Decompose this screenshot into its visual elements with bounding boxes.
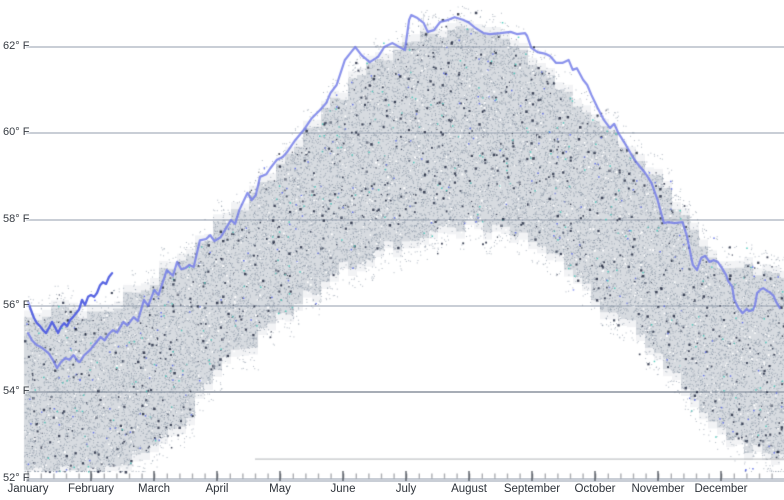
y-axis-tick-label: 58° F	[3, 212, 30, 225]
y-axis-tick-label: 62° F	[3, 40, 30, 52]
y-axis-tick-label: 52° F	[3, 471, 30, 484]
y-axis-tick-label: 60° F	[3, 126, 30, 139]
scatter-plot-canvas[interactable]	[0, 0, 784, 500]
y-axis-tick-label: 54° F	[3, 385, 30, 398]
temperature-chart: 62° F 60° F 58° F 56° F 54° F 52° F January Fe…	[0, 0, 784, 500]
y-axis-tick-label: 56° F	[3, 298, 30, 311]
x-axis-month-label: December	[694, 483, 748, 495]
